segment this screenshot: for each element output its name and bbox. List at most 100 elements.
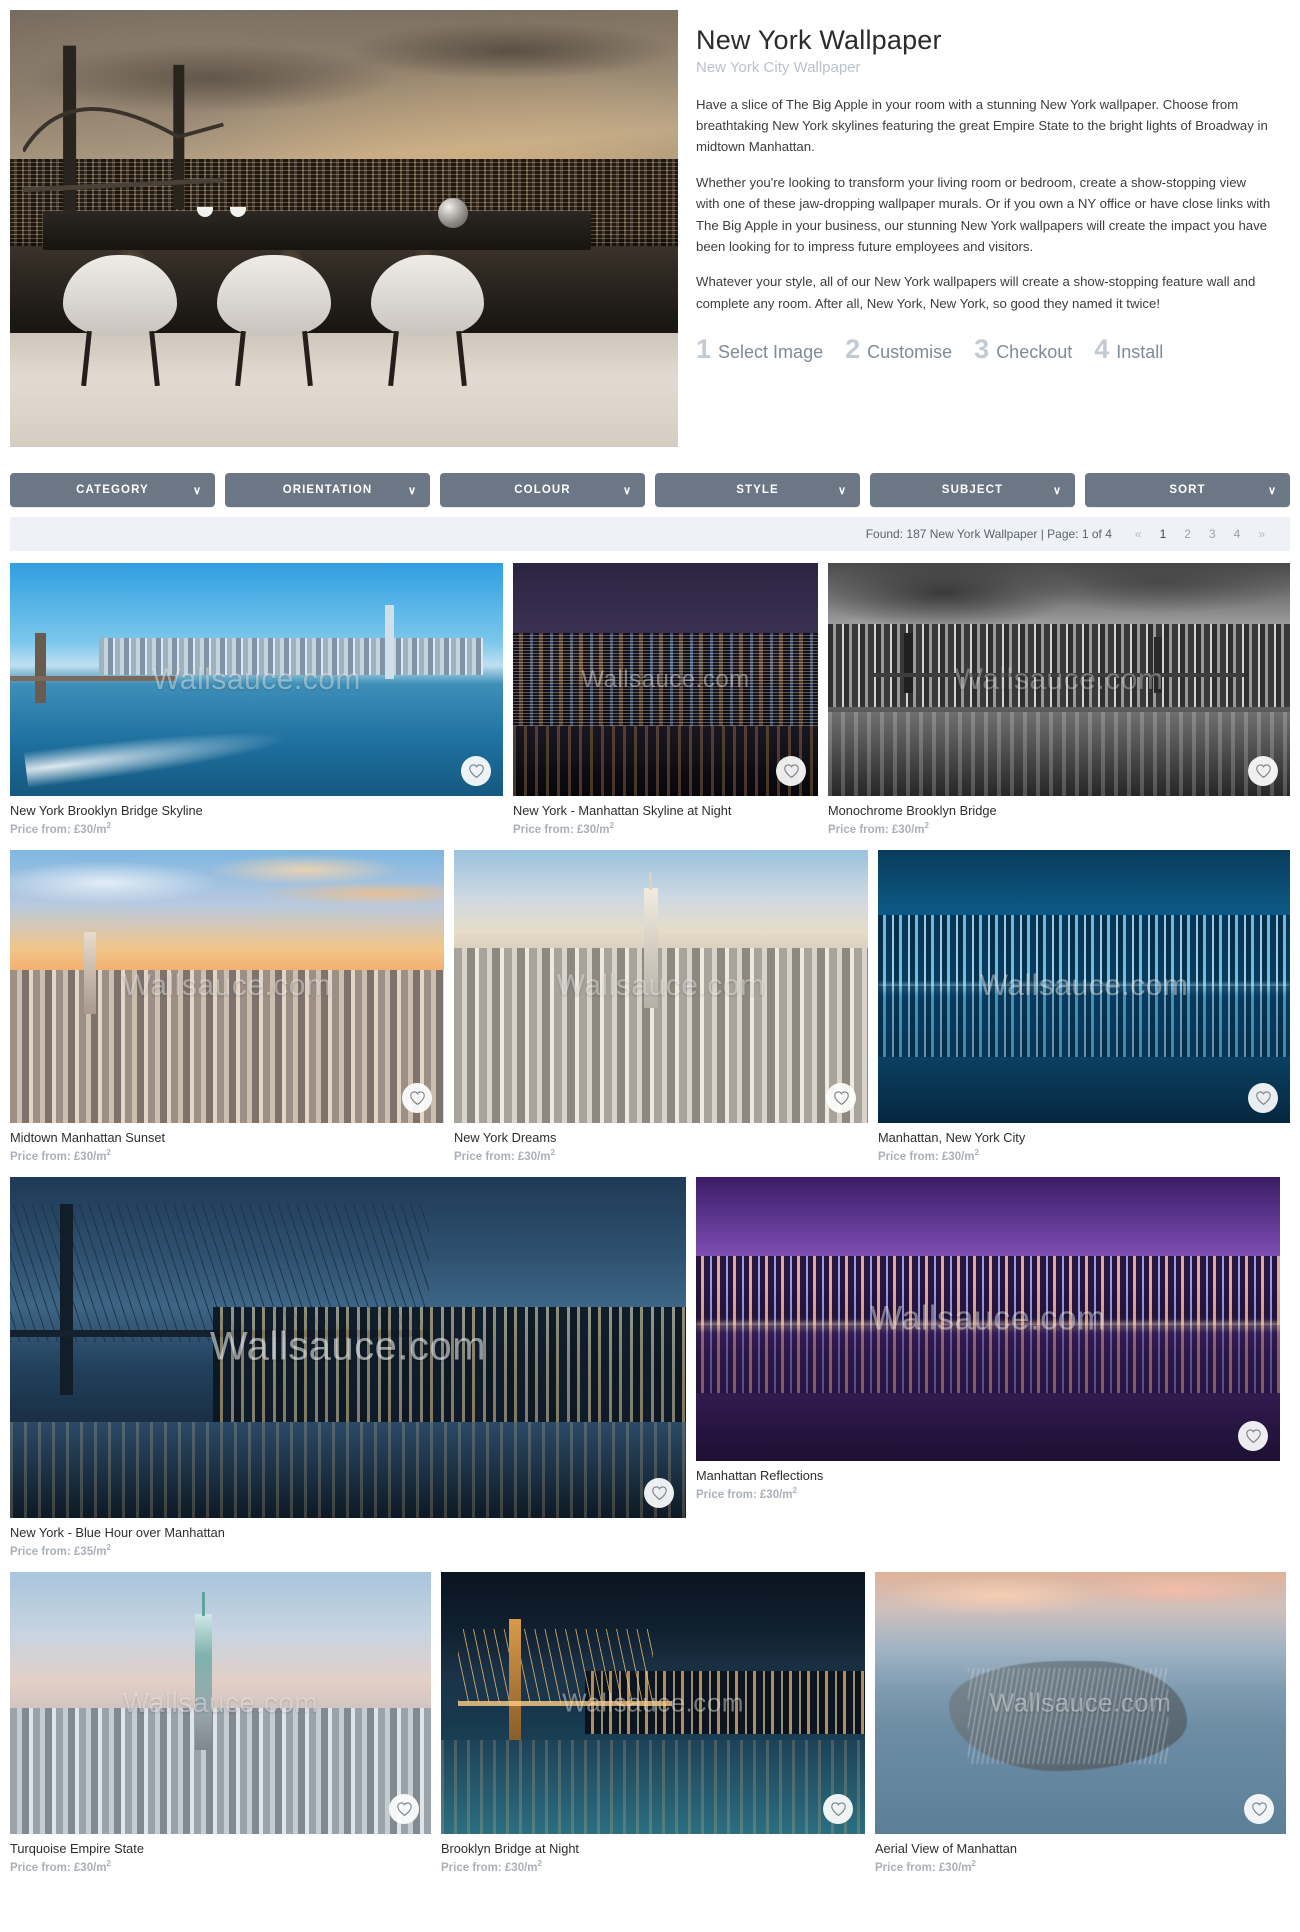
product-image[interactable]: Wallsauce.com [454,849,868,1123]
product-title: Monochrome Brooklyn Bridge [828,803,997,818]
product-card[interactable]: Wallsauce.com Monochrome Brooklyn Bridge… [828,563,1290,838]
product-price: Price from: £30/m2 [10,821,111,837]
chevron-down-icon: ∨ [407,484,416,497]
step-label: Customise [867,342,953,363]
pagination-page-2[interactable]: 2 [1175,527,1200,541]
product-card[interactable]: Wallsauce.com Manhattan, New York City P… [878,849,1290,1165]
hero-bridge-icon [21,36,225,228]
product-title: Manhattan Reflections [696,1467,824,1483]
product-price: Price from: £30/m2 [10,1859,111,1875]
page-title: New York Wallpaper [696,25,942,55]
step-label: Select Image [718,342,824,363]
filter-label: CATEGORY [76,484,149,496]
product-image[interactable]: Wallsauce.com [10,1571,431,1834]
step-number: 4 [1094,334,1110,365]
product-image[interactable]: Wallsauce.com [696,1176,1280,1461]
results-bar: Found: 187 New York Wallpaper | Page: 1 … [10,517,1290,551]
product-title: Aerial View of Manhattan [875,1840,1018,1856]
filter-label: SUBJECT [941,484,1004,496]
pagination-page-3[interactable]: 3 [1200,527,1225,541]
chevron-down-icon: ∨ [192,484,201,497]
product-price: Price from: £30/m2 [513,821,614,837]
product-image[interactable]: Wallsauce.com [878,849,1290,1123]
heart-icon[interactable] [402,1082,432,1113]
filter-label: SORT [1169,484,1206,496]
pagination-page-1[interactable]: 1 [1151,527,1176,541]
product-image[interactable]: Wallsauce.com [875,1571,1286,1834]
step-checkout[interactable]: 3 Checkout [974,336,1072,363]
heart-icon[interactable] [826,1082,856,1113]
hero-ornament [437,197,468,228]
page-subtitle: New York City Wallpaper [696,58,861,76]
chevron-down-icon: ∨ [1267,484,1276,497]
step-customise[interactable]: 2 Customise [845,336,952,363]
product-title: Brooklyn Bridge at Night [441,1840,579,1856]
product-card[interactable]: Wallsauce.com Turquoise Empire State Pri… [10,1571,431,1876]
heart-icon[interactable] [1248,756,1278,786]
product-card[interactable]: Wallsauce.com New York - Manhattan Skyli… [513,563,818,838]
product-title: Manhattan, New York City [878,1129,1026,1145]
step-label: Checkout [996,342,1073,363]
hero-chair [370,254,485,386]
filter-subject[interactable]: SUBJECT ∨ [870,473,1075,507]
product-image[interactable]: Wallsauce.com [513,563,818,796]
filter-label: COLOUR [514,484,571,496]
product-image[interactable]: Wallsauce.com [10,849,444,1123]
product-card[interactable]: Wallsauce.com Aerial View of Manhattan P… [875,1571,1286,1876]
filter-sort[interactable]: SORT ∨ [1085,473,1290,507]
heart-icon[interactable] [823,1793,853,1824]
product-title: Turquoise Empire State [10,1840,144,1856]
product-title: Midtown Manhattan Sunset [10,1129,166,1145]
hero-chair [217,254,331,386]
heart-icon[interactable] [1248,1082,1278,1113]
step-label: Install [1116,342,1164,363]
product-price: Price from: £35/m2 [10,1543,111,1559]
chevron-down-icon: ∨ [1052,484,1061,497]
product-price: Price from: £30/m2 [454,1148,555,1164]
heart-icon[interactable] [1238,1420,1268,1451]
product-grid-row: Wallsauce.com Turquoise Empire State Pri… [0,1571,1300,1876]
product-card[interactable]: Wallsauce.com Manhattan Reflections Pric… [696,1176,1280,1503]
results-summary: Found: 187 New York Wallpaper | Page: 1 … [865,527,1112,541]
filter-style[interactable]: STYLE ∨ [655,473,860,507]
product-price: Price from: £30/m2 [10,1148,111,1164]
step-install[interactable]: 4 Install [1094,336,1163,363]
product-price: Price from: £30/m2 [875,1859,976,1875]
pagination: « 1 2 3 4 » [1126,527,1274,541]
heart-icon[interactable] [389,1793,419,1824]
step-number: 2 [845,334,861,365]
product-title: New York Brooklyn Bridge Skyline [10,803,203,818]
steps-list: 1 Select Image 2 Customise 3 Checkout 4 … [696,336,1272,363]
product-image[interactable]: Wallsauce.com [441,1571,865,1834]
hero-section: New York Wallpaper New York City Wallpap… [0,0,1300,447]
product-card[interactable]: Wallsauce.com Midtown Manhattan Sunset P… [10,849,444,1165]
product-grid-row: Wallsauce.com New York - Blue Hour over … [0,1176,1300,1560]
product-card[interactable]: Wallsauce.com New York - Blue Hour over … [10,1176,686,1560]
product-price: Price from: £30/m2 [878,1148,979,1164]
product-image[interactable]: Wallsauce.com [10,563,503,796]
intro-paragraph-1: Have a slice of The Big Apple in your ro… [696,96,1268,155]
product-price: Price from: £30/m2 [441,1859,542,1875]
step-number: 1 [696,334,712,365]
intro-paragraph-2: Whether you're looking to transform your… [696,174,1271,254]
pagination-next[interactable]: » [1249,527,1274,541]
heart-icon[interactable] [776,756,806,786]
filter-category[interactable]: CATEGORY ∨ [10,473,215,507]
product-card[interactable]: Wallsauce.com New York Dreams Price from… [454,849,868,1165]
chevron-down-icon: ∨ [622,484,631,497]
pagination-page-4[interactable]: 4 [1225,527,1250,541]
product-card[interactable]: Wallsauce.com New York Brooklyn Bridge S… [10,563,503,838]
filter-colour[interactable]: COLOUR ∨ [440,473,645,507]
heart-icon[interactable] [461,756,491,786]
heart-icon[interactable] [1244,1793,1274,1824]
step-select-image[interactable]: 1 Select Image [696,336,823,363]
product-image[interactable]: Wallsauce.com [828,563,1290,796]
pagination-prev[interactable]: « [1126,527,1151,541]
product-image[interactable]: Wallsauce.com [10,1176,686,1518]
product-grid-row: Wallsauce.com New York Brooklyn Bridge S… [0,563,1300,838]
filter-orientation[interactable]: ORIENTATION ∨ [225,473,430,507]
intro-paragraph-3: Whatever your style, all of our New York… [696,274,1256,311]
heart-icon[interactable] [644,1477,674,1508]
hero-image [10,10,678,447]
product-card[interactable]: Wallsauce.com Brooklyn Bridge at Night P… [441,1571,865,1876]
